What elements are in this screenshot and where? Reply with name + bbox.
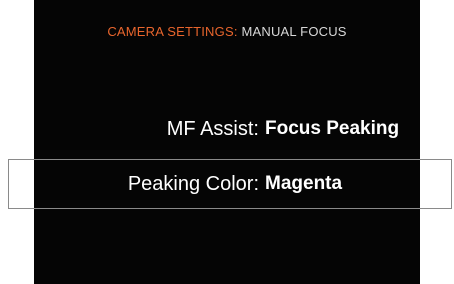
header-category: CAMERA SETTINGS:: [107, 24, 238, 39]
setting-row-mf-assist[interactable]: MF Assist: Focus Peaking: [34, 108, 420, 150]
camera-menu-screen: CAMERA SETTINGS: MANUAL FOCUS MF Assist:…: [34, 0, 420, 284]
menu-header: CAMERA SETTINGS: MANUAL FOCUS: [34, 24, 420, 39]
setting-label-mf-assist: MF Assist:: [166, 117, 259, 140]
setting-value-peaking-color[interactable]: Magenta: [265, 173, 342, 195]
header-page-title: MANUAL FOCUS: [241, 24, 347, 39]
setting-value-mf-assist[interactable]: Focus Peaking: [265, 118, 399, 140]
setting-label-peaking-color: Peaking Color:: [127, 172, 259, 195]
setting-row-peaking-color[interactable]: Peaking Color: Magenta: [34, 163, 420, 205]
